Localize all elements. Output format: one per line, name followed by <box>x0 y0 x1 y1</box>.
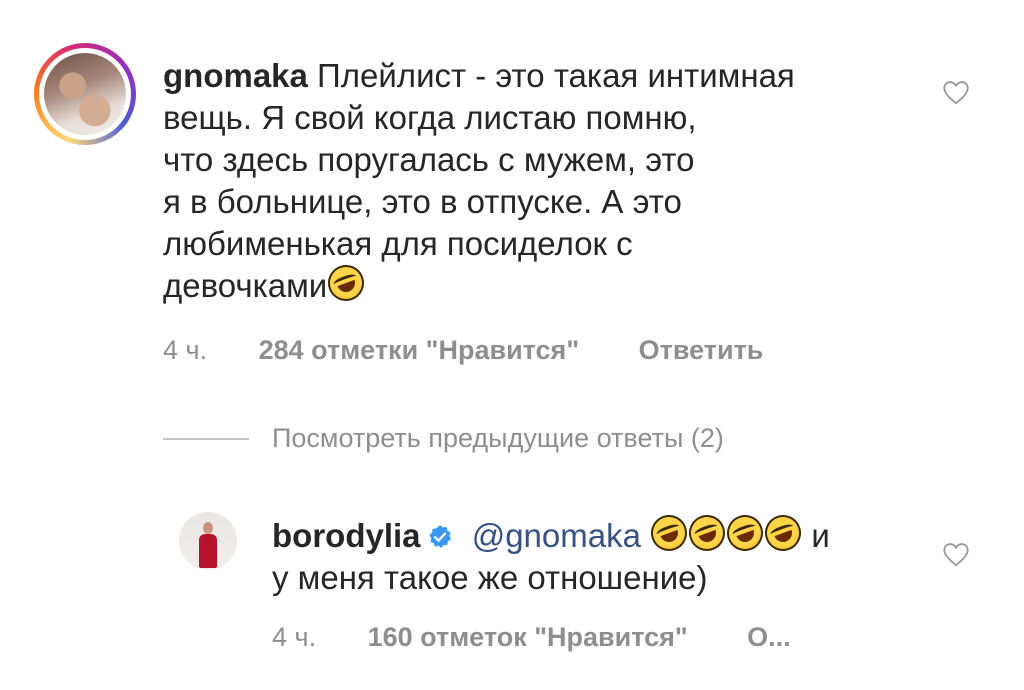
replies-divider <box>163 438 249 440</box>
reply-text-line: у меня такое же отношение) <box>272 559 708 596</box>
rofl-emoji-icon <box>760 509 807 557</box>
comment-text-line: девочками <box>163 267 328 304</box>
comment-text-line: что здесь поругалась с мужем, это <box>163 141 695 178</box>
reply-username[interactable]: borodylia <box>272 517 421 554</box>
comment-body: gnomaka Плейлист - это такая интимная ве… <box>163 55 795 307</box>
comment-text-line: Плейлист - это такая интимная <box>317 57 795 94</box>
comment-text-line: любименькая для посиделок с <box>163 225 633 262</box>
reply-text: и <box>811 517 830 554</box>
view-previous-replies-link[interactable]: Посмотреть предыдущие ответы (2) <box>272 423 724 454</box>
comment-time: 4 ч. <box>163 335 208 365</box>
avatar-photo <box>44 53 126 135</box>
mention-link[interactable]: @gnomaka <box>472 517 641 554</box>
reply-time: 4 ч. <box>272 622 317 652</box>
like-heart-icon[interactable] <box>942 541 970 567</box>
tears-of-joy-emoji-icon <box>323 259 370 307</box>
reply-button[interactable]: Ответить <box>639 335 764 365</box>
reply-body: borodylia @gnomaka и у меня такое же отн… <box>272 509 830 599</box>
story-avatar-gnomaka[interactable] <box>34 43 136 145</box>
like-heart-icon[interactable] <box>942 79 970 105</box>
comment-meta: 4 ч. 284 отметки "Нравится" Ответить <box>163 335 763 366</box>
rofl-emoji-icon <box>646 509 693 557</box>
avatar-photo-dress <box>199 534 217 568</box>
reply-meta: 4 ч. 160 отметок "Нравится" О... <box>272 622 791 653</box>
comment-likes-count[interactable]: 284 отметки "Нравится" <box>259 335 580 365</box>
comment-text-line: я в больнице, это в отпуске. А это <box>163 183 682 220</box>
rofl-emoji-icon <box>722 509 769 557</box>
avatar-photo-head <box>203 522 213 534</box>
verified-badge-icon <box>427 518 453 548</box>
reply-likes-count[interactable]: 160 отметок "Нравится" <box>368 622 688 652</box>
reply-to-reply-button[interactable]: О... <box>747 622 791 652</box>
avatar-borodylia[interactable] <box>179 512 237 570</box>
rofl-emoji-icon <box>684 509 731 557</box>
comment-username[interactable]: gnomaka <box>163 57 308 94</box>
comment-text-line: вещь. Я свой когда листаю помню, <box>163 99 697 136</box>
